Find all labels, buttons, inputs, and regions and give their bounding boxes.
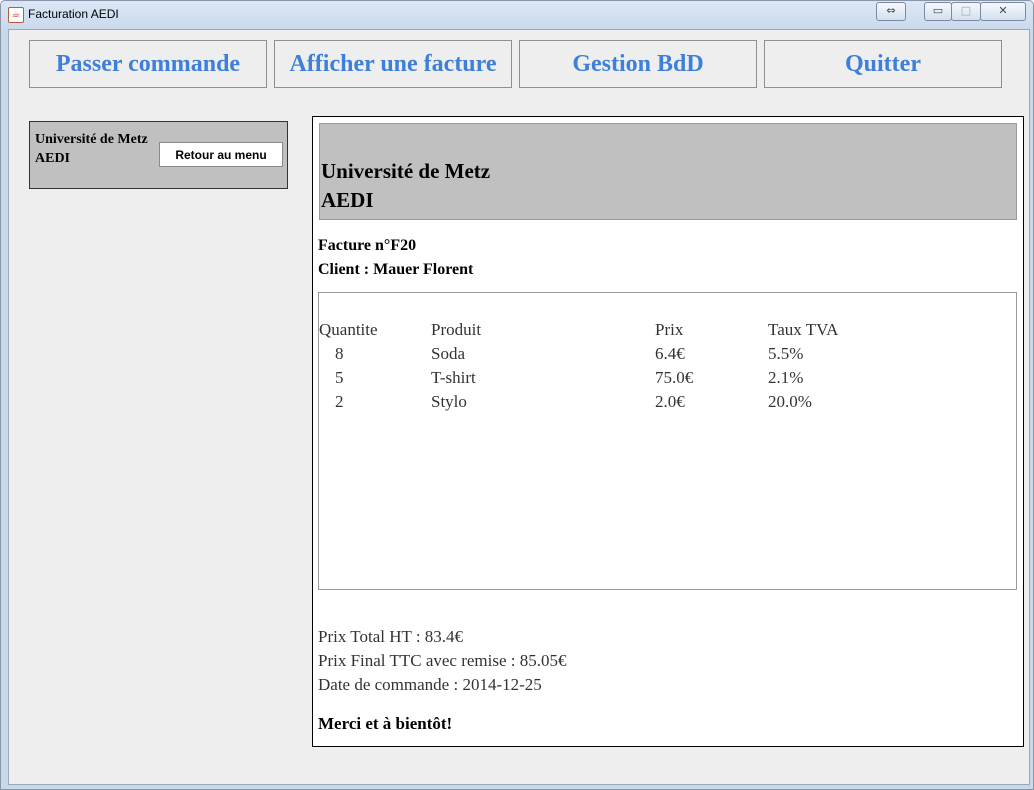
cell-tva: 20.0% xyxy=(768,392,812,411)
side-org-name: Université de Metz AEDI xyxy=(35,130,148,168)
table-row: 5 T-shirt 75.0€ 2.1% xyxy=(319,368,1016,392)
total-ht: Prix Total HT : 83.4€ xyxy=(318,627,464,646)
invoice-org-line1: Université de Metz xyxy=(321,159,491,183)
maximize-button[interactable]: □ xyxy=(951,2,981,21)
java-app-icon: ☕ xyxy=(8,7,24,23)
cell-tva: 2.1% xyxy=(768,368,804,387)
cell-price: 75.0€ xyxy=(655,368,694,387)
invoice-meta: Facture n°F20 Client : Mauer Florent xyxy=(318,234,473,282)
items-table: Quantite Produit Prix Taux TVA 8 Soda 6.… xyxy=(318,292,1017,590)
invoice-panel: Université de Metz AEDI Facture n°F20 Cl… xyxy=(312,116,1024,747)
passer-commande-button[interactable]: Passer commande xyxy=(29,40,267,88)
invoice-totals: Prix Total HT : 83.4€ Prix Final TTC ave… xyxy=(318,625,567,697)
side-org-line2: AEDI xyxy=(35,151,71,166)
invoice-org-name: Université de Metz AEDI xyxy=(321,157,490,215)
cell-qty: 5 xyxy=(335,368,344,387)
cell-qty: 8 xyxy=(335,344,344,363)
col-taux-tva: Taux TVA xyxy=(768,320,839,339)
cell-tva: 5.5% xyxy=(768,344,804,363)
quitter-button[interactable]: Quitter xyxy=(764,40,1002,88)
cell-product: T-shirt xyxy=(431,368,476,387)
window-title: Facturation AEDI xyxy=(28,7,119,21)
cell-price: 2.0€ xyxy=(655,392,685,411)
table-row: 2 Stylo 2.0€ 20.0% xyxy=(319,392,1016,416)
thanks-message: Merci et à bientôt! xyxy=(318,714,453,733)
col-prix: Prix xyxy=(655,320,684,339)
invoice-client: Client : Mauer Florent xyxy=(318,261,474,278)
side-org-line1: Université de Metz xyxy=(35,132,148,147)
cell-qty: 2 xyxy=(335,392,344,411)
restore-arrow-button[interactable]: ⇔ xyxy=(876,2,906,21)
close-button[interactable]: ✕ xyxy=(980,2,1026,21)
gestion-bdd-button[interactable]: Gestion BdD xyxy=(519,40,757,88)
retour-menu-button[interactable]: Retour au menu xyxy=(159,142,283,167)
cell-price: 6.4€ xyxy=(655,344,685,363)
side-panel: Université de Metz AEDI Retour au menu xyxy=(29,121,288,189)
table-row: 8 Soda 6.4€ 5.5% xyxy=(319,344,1016,368)
app-window: ☕ Facturation AEDI ⇔ ▭ □ ✕ Passer comman… xyxy=(0,0,1034,790)
order-date: Date de commande : 2014-12-25 xyxy=(318,675,542,694)
afficher-facture-button[interactable]: Afficher une facture xyxy=(274,40,512,88)
invoice-number: Facture n°F20 xyxy=(318,237,417,254)
total-ttc: Prix Final TTC avec remise : 85.05€ xyxy=(318,651,567,670)
main-panel: Passer commande Afficher une facture Ges… xyxy=(8,29,1030,785)
title-bar[interactable]: ☕ Facturation AEDI ⇔ ▭ □ ✕ xyxy=(1,1,1033,29)
invoice-org-line2: AEDI xyxy=(321,188,374,212)
table-header-row: Quantite Produit Prix Taux TVA xyxy=(319,320,1016,344)
cell-product: Soda xyxy=(431,344,465,363)
col-quantite: Quantite xyxy=(319,320,378,339)
col-produit: Produit xyxy=(431,320,482,339)
cell-product: Stylo xyxy=(431,392,467,411)
minimize-button[interactable]: ▭ xyxy=(924,2,952,21)
invoice-header: Université de Metz AEDI xyxy=(319,123,1017,220)
